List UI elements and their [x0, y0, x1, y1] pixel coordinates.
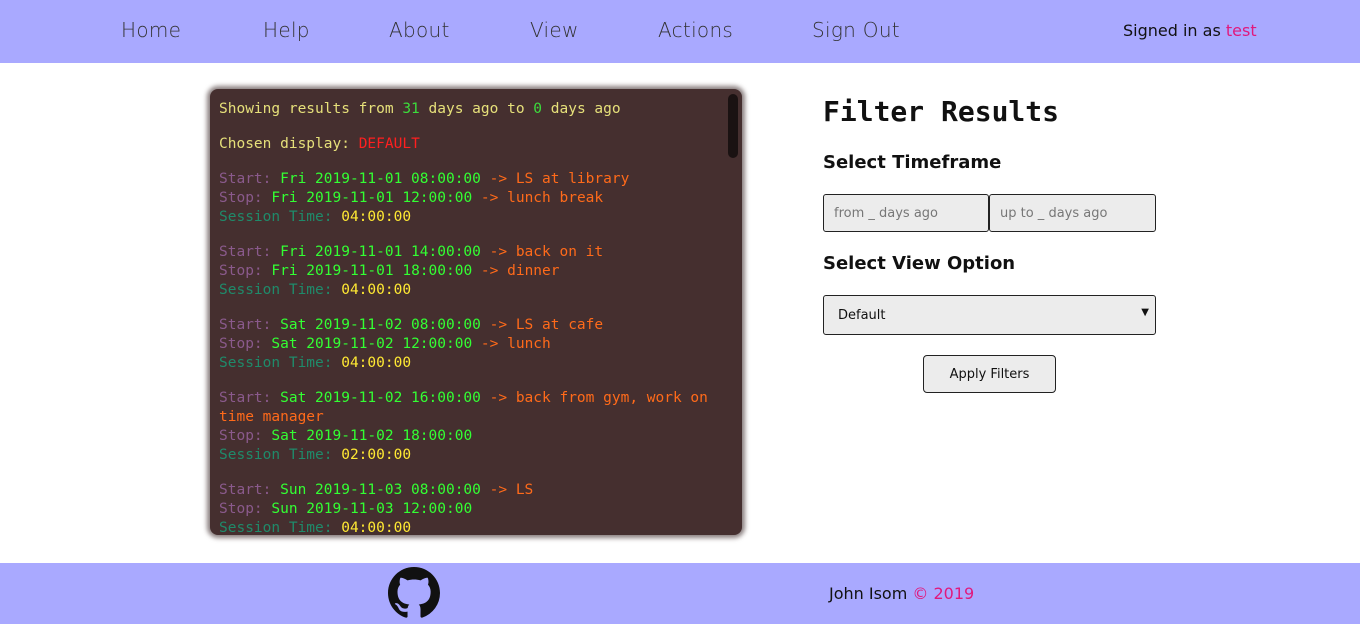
- session-time-label: Session Time:: [219, 447, 342, 463]
- results-range-line: Showing results from 31 days ago to 0 da…: [219, 101, 621, 117]
- start-label: Start:: [219, 317, 281, 333]
- results-content: Showing results from 31 days ago to 0 da…: [219, 100, 719, 535]
- start-label: Start:: [219, 171, 281, 187]
- start-note: LS at library: [515, 171, 630, 187]
- view-option-heading: Select View Option: [823, 253, 1016, 274]
- start-timestamp: Sat 2019-11-02 16:00:00: [280, 390, 481, 406]
- nav-home-link[interactable]: Home: [121, 18, 181, 42]
- session-start-line: Start: Fri 2019-11-01 14:00:00 -> back o…: [219, 243, 719, 262]
- arrow-separator: ->: [480, 390, 516, 406]
- stop-timestamp: Sat 2019-11-02 18:00:00: [271, 428, 473, 444]
- from-days-value: 31: [402, 101, 420, 117]
- session-entry: Start: Sun 2019-11-03 08:00:00 -> LS Stop…: [219, 481, 719, 535]
- stop-note: dinner: [507, 263, 560, 279]
- chosen-display-line: Chosen display: DEFAULT: [219, 136, 420, 152]
- session-entry: Start: Sat 2019-11-02 08:00:00 -> LS at …: [219, 316, 719, 373]
- start-timestamp: Sun 2019-11-03 08:00:00: [280, 482, 481, 498]
- to-days-value: 0: [533, 101, 543, 117]
- stop-label: Stop:: [219, 263, 272, 279]
- session-time-value: 04:00:00: [341, 282, 412, 298]
- session-time-value: 02:00:00: [341, 447, 412, 463]
- start-note: LS: [515, 482, 534, 498]
- stop-note: lunch: [507, 336, 551, 352]
- session-start-line: Start: Fri 2019-11-01 08:00:00 -> LS at …: [219, 170, 719, 189]
- session-stop-line: Stop: Fri 2019-11-01 18:00:00 -> dinner: [219, 262, 719, 281]
- stop-label: Stop:: [219, 336, 272, 352]
- arrow-separator: ->: [472, 263, 508, 279]
- stop-timestamp: Fri 2019-11-01 18:00:00: [271, 263, 473, 279]
- arrow-separator: ->: [480, 171, 516, 187]
- footer-credit: John Isom © 2019: [829, 584, 974, 603]
- from-days-input[interactable]: [823, 194, 989, 232]
- signed-in-username: test: [1225, 21, 1257, 40]
- signed-in-status: Signed in as test: [1123, 21, 1257, 40]
- start-note: back on it: [515, 244, 604, 260]
- nav-about-link[interactable]: About: [389, 18, 450, 42]
- start-timestamp: Fri 2019-11-01 08:00:00: [280, 171, 481, 187]
- view-option-value: Default: [838, 308, 886, 323]
- stop-note: lunch break: [507, 190, 604, 206]
- stop-timestamp: Sat 2019-11-02 12:00:00: [271, 336, 473, 352]
- start-timestamp: Fri 2019-11-01 14:00:00: [280, 244, 481, 260]
- stop-label: Stop:: [219, 190, 272, 206]
- start-label: Start:: [219, 244, 281, 260]
- nav-help-link[interactable]: Help: [263, 18, 310, 42]
- session-entry: Start: Fri 2019-11-01 14:00:00 -> back o…: [219, 243, 719, 300]
- session-time-line: Session Time: 04:00:00: [219, 281, 719, 300]
- view-option-select[interactable]: Default ▼: [823, 295, 1156, 335]
- session-time-value: 04:00:00: [341, 355, 412, 371]
- session-time-label: Session Time:: [219, 355, 342, 371]
- dropdown-arrow-icon: ▼: [1141, 307, 1149, 318]
- session-start-line: Start: Sat 2019-11-02 16:00:00 -> back f…: [219, 389, 719, 427]
- session-entry: Start: Fri 2019-11-01 08:00:00 -> LS at …: [219, 170, 719, 227]
- start-note: LS at cafe: [515, 317, 604, 333]
- stop-label: Stop:: [219, 428, 272, 444]
- terminal-scrollbar[interactable]: [728, 94, 738, 158]
- arrow-separator: ->: [480, 317, 516, 333]
- session-stop-line: Stop: Fri 2019-11-01 12:00:00 -> lunch b…: [219, 189, 719, 208]
- session-start-line: Start: Sun 2019-11-03 08:00:00 -> LS: [219, 481, 719, 500]
- arrow-separator: ->: [480, 482, 516, 498]
- session-time-value: 04:00:00: [341, 520, 412, 535]
- github-icon[interactable]: [388, 567, 440, 619]
- session-time-line: Session Time: 02:00:00: [219, 446, 719, 465]
- session-entry: Start: Sat 2019-11-02 16:00:00 -> back f…: [219, 389, 719, 465]
- start-timestamp: Sat 2019-11-02 08:00:00: [280, 317, 481, 333]
- session-start-line: Start: Sat 2019-11-02 08:00:00 -> LS at …: [219, 316, 719, 335]
- session-time-line: Session Time: 04:00:00: [219, 519, 719, 535]
- to-days-input[interactable]: [989, 194, 1156, 232]
- start-label: Start:: [219, 390, 281, 406]
- apply-filters-button[interactable]: Apply Filters: [923, 355, 1056, 393]
- session-time-label: Session Time:: [219, 209, 342, 225]
- footer-author: John Isom: [829, 584, 913, 603]
- chosen-display-value: DEFAULT: [358, 136, 420, 152]
- arrow-separator: ->: [472, 336, 508, 352]
- filter-title: Filter Results: [823, 95, 1060, 128]
- signed-in-prefix: Signed in as: [1123, 21, 1226, 40]
- start-label: Start:: [219, 482, 281, 498]
- session-time-line: Session Time: 04:00:00: [219, 354, 719, 373]
- session-list: Start: Fri 2019-11-01 08:00:00 -> LS at …: [219, 170, 719, 535]
- arrow-separator: ->: [472, 190, 508, 206]
- stop-timestamp: Sun 2019-11-03 12:00:00: [271, 501, 473, 517]
- footer: John Isom © 2019: [0, 563, 1360, 624]
- session-time-label: Session Time:: [219, 520, 342, 535]
- arrow-separator: ->: [480, 244, 516, 260]
- session-stop-line: Stop: Sat 2019-11-02 12:00:00 -> lunch: [219, 335, 719, 354]
- stop-label: Stop:: [219, 501, 272, 517]
- session-stop-line: Stop: Sat 2019-11-02 18:00:00: [219, 427, 719, 446]
- nav-view-link[interactable]: View: [530, 18, 579, 42]
- nav-sign-out-link[interactable]: Sign Out: [812, 18, 900, 42]
- top-nav: Home Help About View Actions Sign Out Si…: [0, 0, 1360, 63]
- session-time-label: Session Time:: [219, 282, 342, 298]
- nav-actions-link[interactable]: Actions: [658, 18, 733, 42]
- session-time-line: Session Time: 04:00:00: [219, 208, 719, 227]
- timeframe-heading: Select Timeframe: [823, 152, 1002, 173]
- session-stop-line: Stop: Sun 2019-11-03 12:00:00: [219, 500, 719, 519]
- results-terminal[interactable]: Showing results from 31 days ago to 0 da…: [210, 89, 742, 535]
- session-time-value: 04:00:00: [341, 209, 412, 225]
- stop-timestamp: Fri 2019-11-01 12:00:00: [271, 190, 473, 206]
- footer-copyright: © 2019: [912, 584, 975, 603]
